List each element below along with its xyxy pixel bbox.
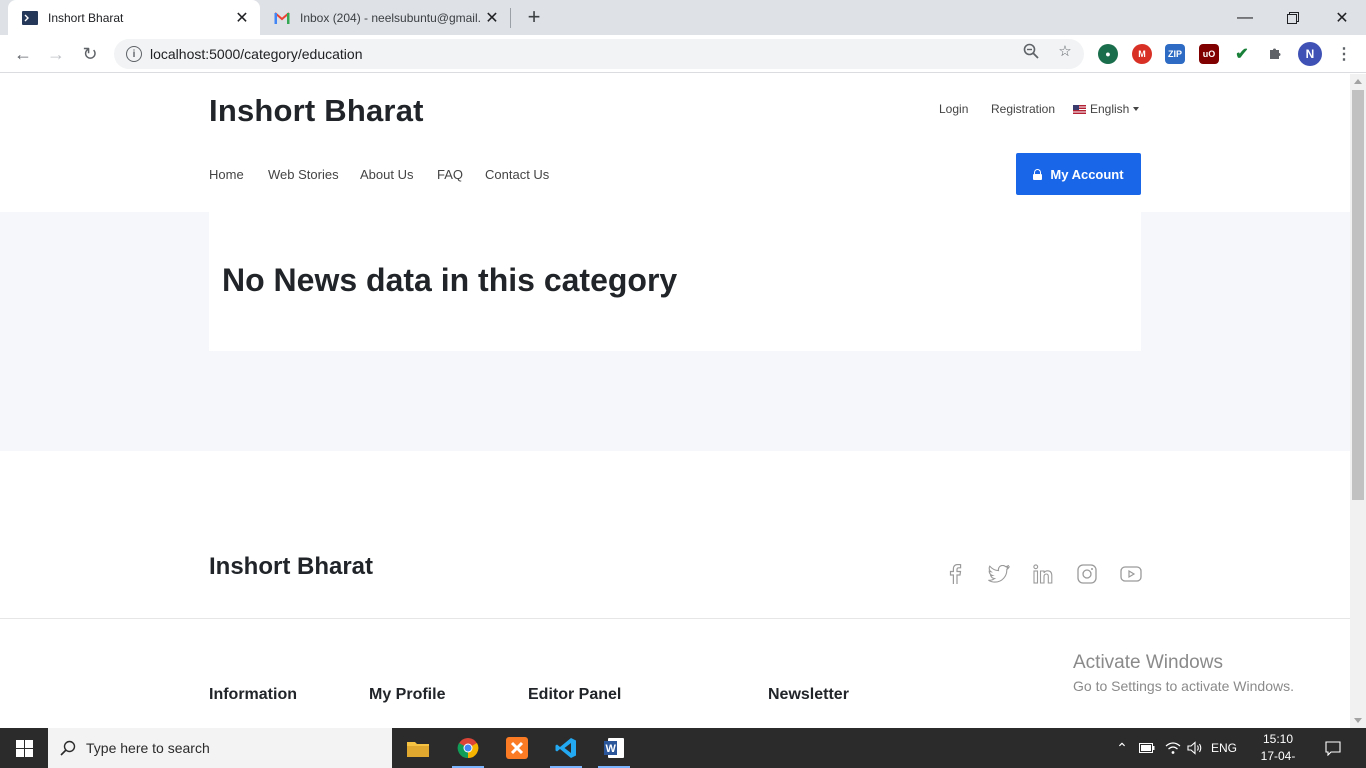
nav-web-stories[interactable]: Web Stories	[268, 167, 339, 182]
search-icon	[60, 740, 76, 756]
browser-tab-bar: Inshort Bharat ✕ Inbox (204) - neelsubun…	[0, 0, 1366, 35]
scrollbar-thumb[interactable]	[1352, 90, 1364, 500]
close-tab-icon[interactable]: ✕	[480, 6, 504, 30]
wifi-icon[interactable]	[1162, 728, 1184, 768]
nav-about-us[interactable]: About Us	[360, 167, 413, 182]
lock-icon	[1033, 168, 1043, 180]
youtube-icon[interactable]	[1120, 563, 1142, 585]
back-icon[interactable]: ←	[9, 40, 37, 68]
tab-title: Inshort Bharat	[48, 10, 124, 25]
address-bar[interactable]: i localhost:5000/category/education	[114, 39, 1084, 69]
extension-zip-icon[interactable]: ZIP	[1165, 44, 1185, 64]
registration-link[interactable]: Registration	[991, 102, 1055, 116]
extension-mega-icon[interactable]: M	[1132, 44, 1152, 64]
extension-check-icon[interactable]: ✔	[1232, 44, 1252, 64]
tab-gmail-inbox[interactable]: Inbox (204) - neelsubuntu@gmail.com ✕	[262, 0, 510, 35]
input-language[interactable]: ENG	[1208, 728, 1240, 768]
footer-col-newsletter: Newsletter	[768, 686, 849, 703]
chrome-icon[interactable]	[444, 728, 492, 768]
restore-icon[interactable]	[1269, 0, 1317, 35]
zoom-icon[interactable]	[1022, 42, 1040, 60]
extension-tracker-icon[interactable]: ●	[1098, 44, 1118, 64]
extension-ublock-icon[interactable]: uO	[1199, 44, 1219, 64]
activate-title: Activate Windows	[1073, 652, 1223, 673]
site-info-icon[interactable]: i	[126, 46, 142, 62]
gmail-favicon-icon	[274, 10, 290, 26]
close-tab-icon[interactable]: ✕	[230, 6, 254, 30]
clock-date: 17-04-2021	[1260, 749, 1296, 768]
minimize-icon[interactable]: —	[1221, 0, 1269, 35]
page-viewport: Inshort Bharat Login Registration Englis…	[0, 74, 1350, 728]
footer-logo[interactable]: Inshort Bharat	[209, 553, 373, 581]
tab-separator	[510, 8, 511, 28]
nav-faq[interactable]: FAQ	[437, 167, 463, 182]
my-account-label: My Account	[1050, 166, 1124, 182]
xampp-icon[interactable]	[493, 728, 541, 768]
site-header: Inshort Bharat Login Registration Englis…	[0, 74, 1350, 212]
terminal-favicon-icon	[22, 10, 38, 26]
battery-icon[interactable]	[1136, 728, 1158, 768]
windows-taskbar: Type here to search W ⌃ ENG 15:10 17-04-…	[0, 728, 1366, 768]
windows-start-icon[interactable]	[0, 728, 48, 768]
activate-subtitle: Go to Settings to activate Windows.	[1073, 678, 1294, 694]
nav-contact-us[interactable]: Contact Us	[485, 167, 549, 182]
forward-icon[interactable]: →	[42, 40, 70, 68]
vscode-icon[interactable]	[542, 728, 590, 768]
scroll-down-icon[interactable]	[1354, 718, 1362, 723]
clock-time: 15:10	[1262, 732, 1294, 746]
login-link[interactable]: Login	[939, 102, 968, 116]
tray-chevron-up-icon[interactable]: ⌃	[1112, 728, 1132, 768]
reload-icon[interactable]: ↻	[76, 40, 104, 68]
footer-col-my-profile: My Profile	[369, 686, 446, 703]
file-explorer-icon[interactable]	[394, 728, 442, 768]
tab-inshort-bharat[interactable]: Inshort Bharat ✕	[8, 0, 260, 35]
menu-kebab-icon[interactable]: ⋮	[1334, 44, 1354, 64]
twitter-icon[interactable]	[988, 563, 1010, 585]
footer-col-information: Information	[209, 686, 297, 703]
word-icon[interactable]: W	[590, 728, 638, 768]
notifications-icon[interactable]	[1318, 728, 1348, 768]
caret-down-icon	[1133, 107, 1140, 111]
facebook-icon[interactable]	[944, 563, 966, 585]
svg-text:W: W	[606, 743, 617, 755]
empty-category-card: No News data in this category	[209, 212, 1141, 351]
nav-home[interactable]: Home	[209, 167, 244, 182]
instagram-icon[interactable]	[1076, 563, 1098, 585]
empty-message: No News data in this category	[222, 262, 678, 298]
content-section: No News data in this category	[0, 212, 1350, 451]
taskbar-search[interactable]: Type here to search	[48, 728, 392, 768]
tab-title: Inbox (204) - neelsubuntu@gmail.com	[300, 10, 480, 25]
scroll-up-icon[interactable]	[1354, 79, 1362, 84]
linkedin-icon[interactable]	[1032, 563, 1054, 585]
us-flag-icon	[1073, 104, 1086, 114]
new-tab-icon[interactable]: +	[522, 4, 546, 29]
my-account-button[interactable]: My Account	[1016, 153, 1141, 195]
url-text: localhost:5000/category/education	[150, 46, 363, 62]
windows-activation-watermark: Activate Windows Go to Settings to activ…	[1073, 652, 1294, 694]
page-scrollbar[interactable]	[1350, 74, 1366, 728]
close-window-icon[interactable]: ✕	[1318, 0, 1366, 35]
taskbar-search-placeholder: Type here to search	[86, 740, 210, 756]
language-dropdown[interactable]: English	[1073, 102, 1140, 116]
volume-icon[interactable]	[1184, 728, 1206, 768]
extensions-puzzle-icon[interactable]	[1265, 44, 1285, 64]
taskbar-clock[interactable]: 15:10 17-04-2021	[1248, 731, 1308, 768]
language-label: English	[1090, 102, 1130, 116]
profile-avatar[interactable]: N	[1298, 42, 1322, 66]
bookmark-star-icon[interactable]: ☆	[1056, 42, 1074, 60]
browser-toolbar: ← → ↻ i localhost:5000/category/educatio…	[0, 35, 1366, 73]
site-logo[interactable]: Inshort Bharat	[209, 93, 424, 129]
footer-top: Inshort Bharat	[0, 451, 1350, 619]
footer-col-editor-panel: Editor Panel	[528, 686, 622, 703]
